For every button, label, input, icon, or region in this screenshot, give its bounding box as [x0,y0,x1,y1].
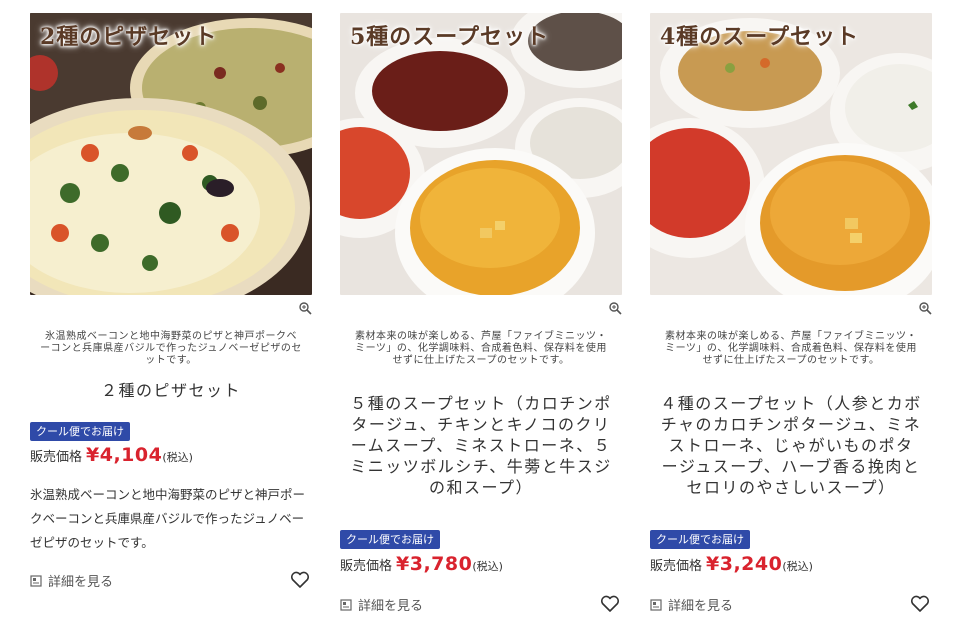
cool-delivery-badge: クール便でお届け [30,422,130,441]
detail-label: 詳細を見る [358,599,424,614]
product-image-5-soup-set[interactable]: 5種のスープセット [340,13,622,295]
photo-title: 4種のスープセット [660,24,859,50]
product-card-pizza-set: 2種のピザセット 氷温熟成ベーコンと地中海野菜のピザと神戸ポークベーコンと兵庫県… [30,13,312,590]
price-value: ¥3,240 [706,553,783,575]
photo-title: 2種のピザセット [40,24,218,50]
price-value: ¥3,780 [396,553,473,575]
product-name[interactable]: ２種のピザセット [40,380,302,401]
tax-label: (税込) [162,451,193,464]
photo-title: 5種のスープセット [350,24,549,50]
product-image-pizza-set[interactable]: 2種のピザセット [30,13,312,295]
product-grid: 2種のピザセット 氷温熟成ベーコンと地中海野菜のピザと神戸ポークベーコンと兵庫県… [0,0,959,636]
document-icon [30,574,42,587]
pizza-photo [30,13,312,295]
price-row: 販売価格 ¥3,240(税込) [650,553,813,575]
cool-delivery-badge: クール便でお届け [340,530,440,549]
zoom-in-icon[interactable] [608,301,622,315]
detail-link[interactable]: 詳細を見る [30,571,113,590]
price-label: 販売価格 [650,559,703,574]
product-card-5-soup-set: 5種のスープセット 素材本来の味が楽しめる、芦屋「ファイブミニッツ・ミーツ」の、… [340,13,622,614]
soup-photo [650,13,932,295]
product-catch-copy: 氷温熟成ベーコンと地中海野菜のピザと神戸ポークベーコンと兵庫県産バジルで作ったジ… [40,331,302,366]
zoom-in-icon[interactable] [298,301,312,315]
soup-photo [340,13,622,295]
cool-delivery-badge: クール便でお届け [650,530,750,549]
heart-outline-icon[interactable] [600,595,620,613]
product-name[interactable]: ４種のスープセット（人参とカボチャのカロチンポタージュ、ミネストローネ、じゃがい… [660,393,922,498]
detail-link[interactable]: 詳細を見る [650,595,733,614]
tax-label: (税込) [782,560,813,573]
document-icon [650,598,662,611]
price-value: ¥4,104 [86,444,163,466]
price-row: 販売価格 ¥3,780(税込) [340,553,503,575]
price-label: 販売価格 [340,559,393,574]
price-label: 販売価格 [30,450,83,465]
product-card-4-soup-set: 4種のスープセット 素材本来の味が楽しめる、芦屋「ファイブミニッツ・ミーツ」の、… [650,13,932,614]
product-description: 氷温熟成ベーコンと地中海野菜のピザと神戸ポークベーコンと兵庫県産バジルで作ったジ… [30,487,306,550]
heart-outline-icon[interactable] [910,595,930,613]
price-row: 販売価格 ¥4,104(税込) [30,444,193,466]
tax-label: (税込) [472,560,503,573]
zoom-in-icon[interactable] [918,301,932,315]
product-catch-copy: 素材本来の味が楽しめる、芦屋「ファイブミニッツ・ミーツ」の、化学調味料、合成着色… [665,331,917,366]
detail-link[interactable]: 詳細を見る [340,595,423,614]
detail-label: 詳細を見る [668,599,734,614]
product-catch-copy: 素材本来の味が楽しめる、芦屋「ファイブミニッツ・ミーツ」の、化学調味料、合成着色… [355,331,607,366]
heart-outline-icon[interactable] [290,571,310,589]
product-name[interactable]: ５種のスープセット（カロチンポタージュ、チキンとキノコのクリームスープ、ミネスト… [350,393,612,498]
document-icon [340,598,352,611]
detail-label: 詳細を見る [48,575,114,590]
product-image-4-soup-set[interactable]: 4種のスープセット [650,13,932,295]
